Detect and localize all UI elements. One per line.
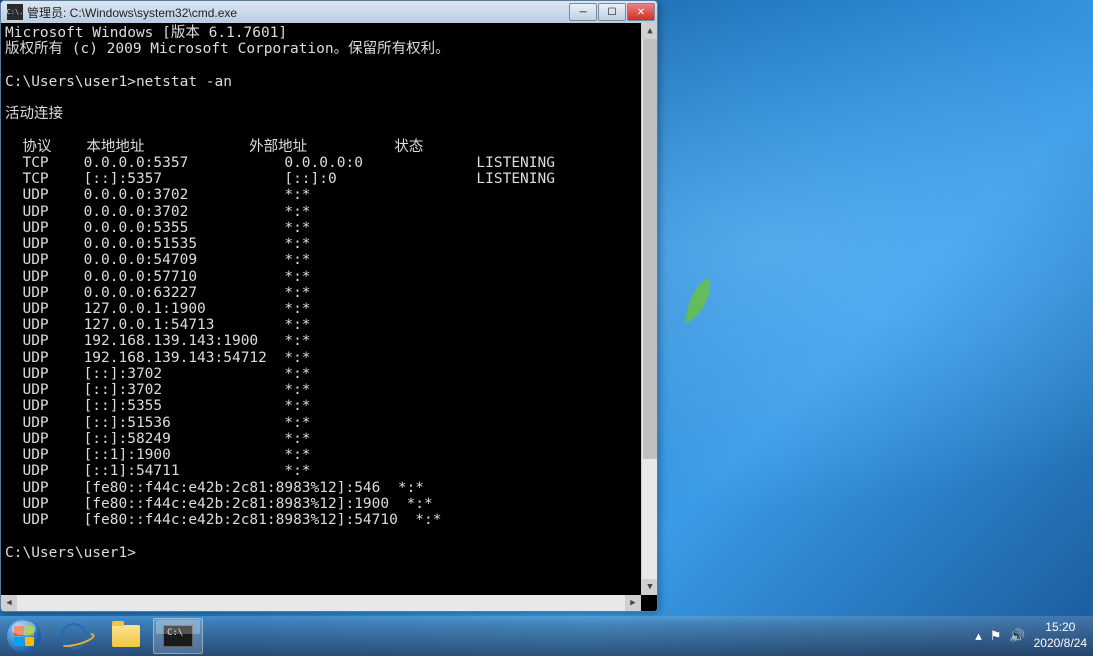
taskbar-item-explorer[interactable] bbox=[101, 618, 151, 654]
taskbar-item-ie[interactable] bbox=[49, 618, 99, 654]
vertical-scrollbar[interactable]: ▲ ▼ bbox=[641, 23, 657, 595]
minimize-button[interactable]: ─ bbox=[569, 3, 597, 21]
cmd-titlebar-icon: C:\. bbox=[7, 4, 23, 20]
system-tray: ▴ ⚑ 🔊 15:20 2020/8/24 bbox=[975, 620, 1093, 651]
horizontal-scrollbar[interactable]: ◀ ▶ bbox=[1, 595, 641, 611]
ie-icon bbox=[58, 620, 90, 652]
windows-logo-icon bbox=[7, 619, 41, 653]
cmd-icon: C:\ bbox=[163, 625, 193, 647]
clock-time: 15:20 bbox=[1034, 620, 1087, 636]
scroll-left-arrow-icon[interactable]: ◀ bbox=[1, 595, 17, 611]
scroll-right-arrow-icon[interactable]: ▶ bbox=[625, 595, 641, 611]
scrollbar-thumb[interactable] bbox=[643, 39, 657, 459]
action-center-flag-icon[interactable]: ⚑ bbox=[990, 628, 1002, 644]
taskbar-item-cmd[interactable]: C:\ bbox=[153, 618, 203, 654]
scroll-up-arrow-icon[interactable]: ▲ bbox=[642, 23, 658, 39]
maximize-button[interactable]: ☐ bbox=[598, 3, 626, 21]
show-hidden-icons-icon[interactable]: ▴ bbox=[975, 628, 982, 644]
titlebar[interactable]: C:\. 管理员: C:\Windows\system32\cmd.exe ─ … bbox=[1, 1, 657, 23]
close-button[interactable]: ✕ bbox=[627, 3, 655, 21]
windows-leaf-decoration bbox=[680, 270, 720, 330]
window-title: 管理员: C:\Windows\system32\cmd.exe bbox=[27, 4, 568, 21]
scroll-down-arrow-icon[interactable]: ▼ bbox=[642, 579, 658, 595]
taskbar-clock[interactable]: 15:20 2020/8/24 bbox=[1034, 620, 1087, 651]
taskbar: C:\ ▴ ⚑ 🔊 15:20 2020/8/24 bbox=[0, 616, 1093, 656]
terminal-body: Microsoft Windows [版本 6.1.7601] 版权所有 (c)… bbox=[1, 23, 657, 611]
terminal-output[interactable]: Microsoft Windows [版本 6.1.7601] 版权所有 (c)… bbox=[1, 23, 657, 611]
start-button[interactable] bbox=[0, 616, 48, 656]
cmd-window: C:\. 管理员: C:\Windows\system32\cmd.exe ─ … bbox=[0, 0, 658, 612]
volume-icon[interactable]: 🔊 bbox=[1009, 628, 1025, 644]
clock-date: 2020/8/24 bbox=[1034, 636, 1087, 652]
folder-icon bbox=[112, 625, 140, 647]
